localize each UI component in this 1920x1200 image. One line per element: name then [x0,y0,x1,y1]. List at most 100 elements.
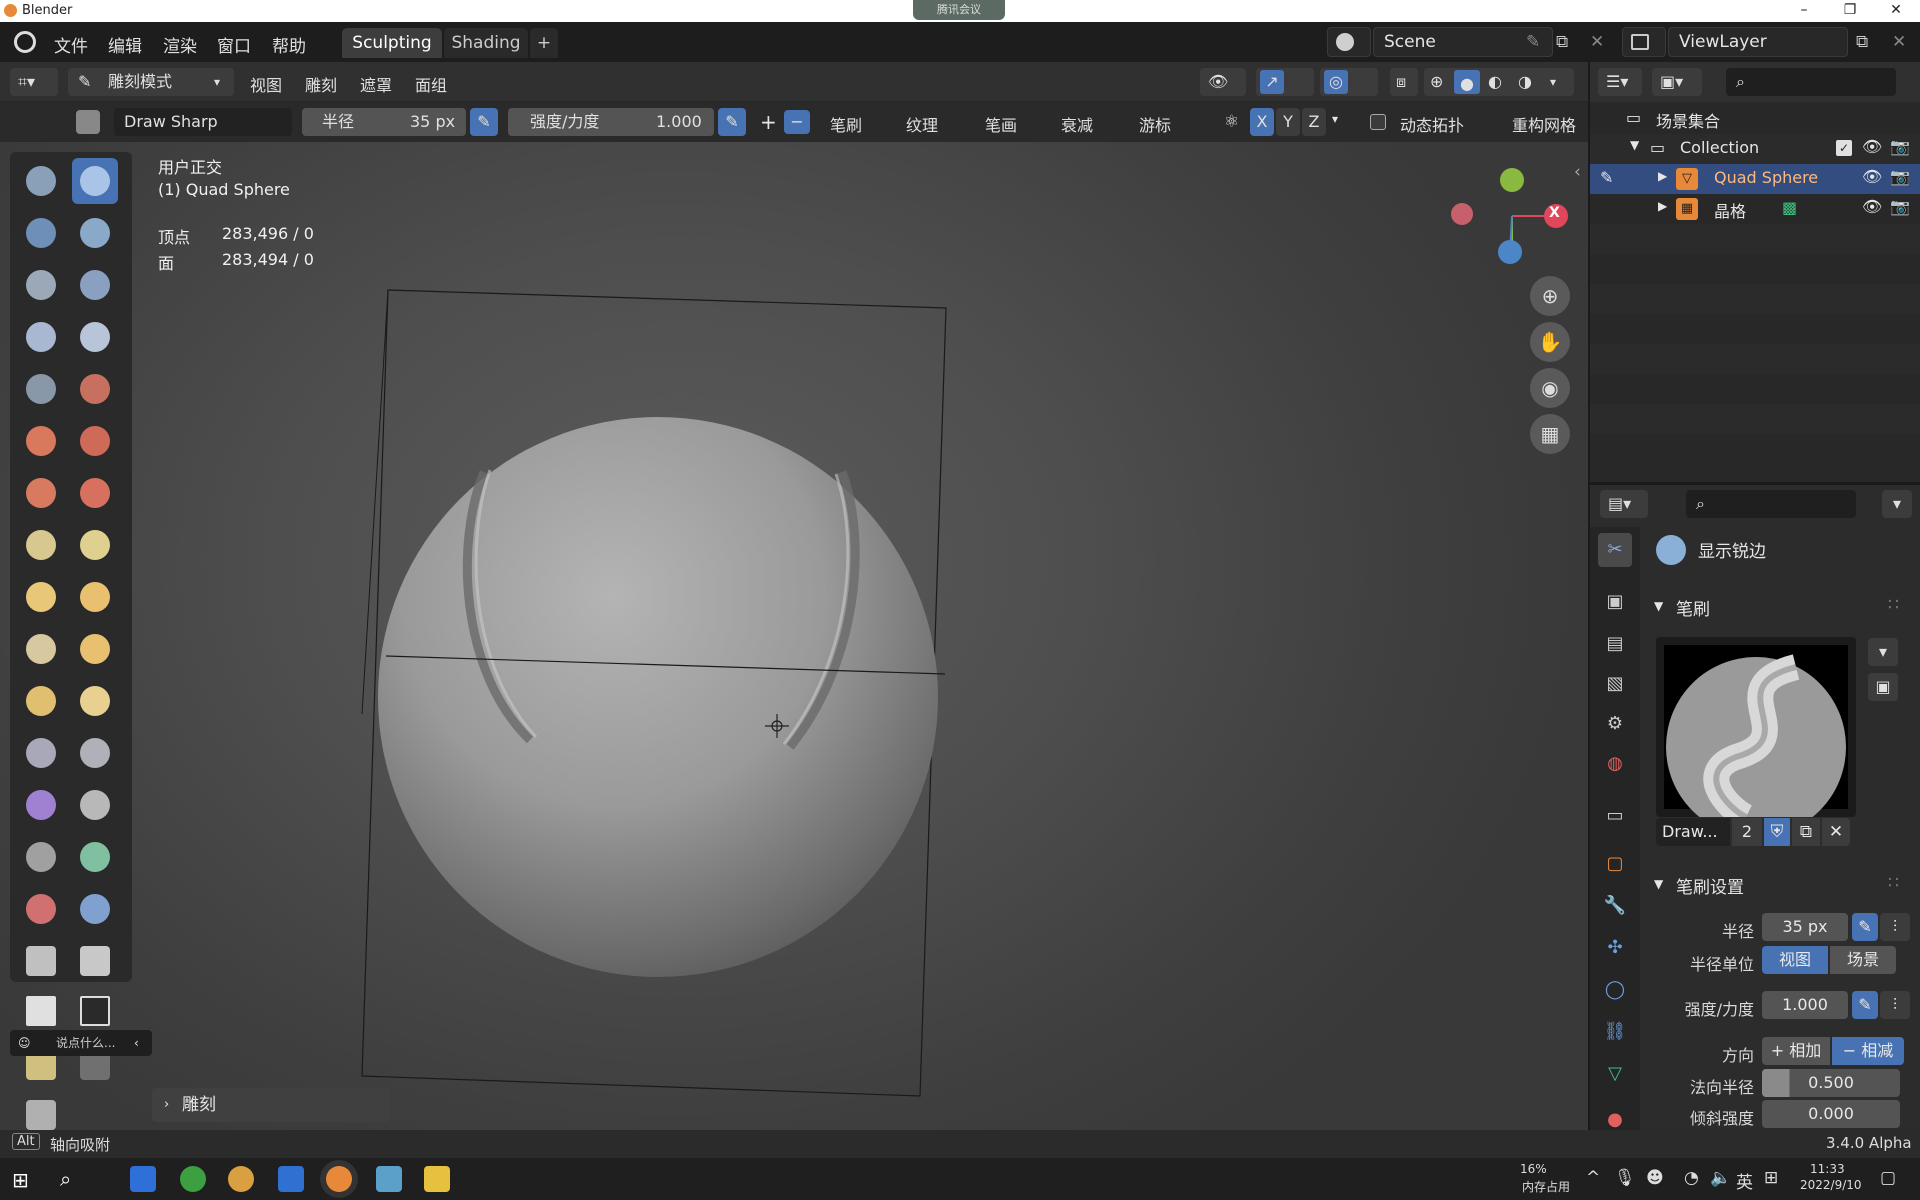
remesh-menu[interactable]: 重构网格 [1512,112,1576,136]
outliner-search-input[interactable]: ⌕ [1726,68,1896,96]
network-icon[interactable]: ◔ [1684,1168,1699,1188]
expand-chevron-icon[interactable]: ▶ [1658,199,1667,213]
editor-type-button[interactable]: ⌗▾ [10,68,58,96]
solid-shading-icon[interactable]: ● [1454,70,1480,94]
world-tab-icon[interactable]: ◍ [1598,747,1632,781]
meeting-overlay-badge[interactable]: 腾讯会议 [913,0,1005,20]
tool-clay-thumb[interactable] [18,262,64,308]
tool-box-hide[interactable] [72,988,118,1034]
windows-start-icon[interactable]: ⊞ [12,1168,29,1192]
gizmo-dropdown[interactable]: ↗ [1256,68,1314,96]
dyntopo-label[interactable]: 动态拓扑 [1400,112,1464,136]
radius-pressure-toggle[interactable]: ✎ [470,108,498,136]
tool-boundary[interactable] [72,730,118,776]
microphone-icon[interactable]: 🎙 [1614,1168,1636,1188]
tool-thumb[interactable] [18,626,64,672]
camera-render-icon[interactable]: 📷 [1890,137,1910,156]
tool-multires-displacement-eraser[interactable] [18,886,64,932]
constraints-tab-icon[interactable]: ⛓ [1598,1015,1632,1049]
strength-field[interactable]: 1.000 [1762,991,1848,1019]
ime-mode-icon[interactable]: ⊞ [1764,1168,1778,1188]
add-workspace-button[interactable]: + [530,28,558,58]
view-layer-tab-icon[interactable]: ▧ [1598,667,1632,701]
minimize-button[interactable]: – [1784,0,1824,22]
visibility-dropdown[interactable]: 👁 [1200,68,1246,96]
tab-sculpting[interactable]: Sculpting [342,28,442,58]
tool-elastic-deform[interactable] [18,574,64,620]
brush-thumbnail-icon[interactable] [76,110,100,134]
tool-blob[interactable] [72,314,118,360]
object-tab-icon[interactable]: ▢ [1598,847,1632,881]
pin-icon[interactable]: ✎ [1526,28,1540,56]
chevron-down-icon[interactable]: ▾ [1332,112,1338,126]
tool-draw[interactable] [18,158,64,204]
drag-handle-icon[interactable]: ∷ [1888,595,1899,615]
normal-radius-slider[interactable]: 0.500 [1762,1069,1900,1097]
stroke-dropdown[interactable]: 笔画 [985,112,1017,136]
sidebar-toggle-icon[interactable]: ‹ [1574,162,1581,182]
eye-icon[interactable]: 👁 [1862,137,1882,156]
scene-tab-icon[interactable]: ⚙ [1598,707,1632,741]
pen-pressure-icon[interactable]: ✎ [1852,913,1878,941]
tool-transform[interactable] [18,1092,64,1130]
pen-pressure-icon[interactable]: ✎ [1852,991,1878,1019]
properties-editor-type-button[interactable]: ▤▾ [1600,490,1648,518]
options-dropdown[interactable]: ▾ [1882,490,1912,518]
tool-rotate[interactable] [72,678,118,724]
pan-hand-icon[interactable]: ✋ [1530,322,1570,362]
tool-snake-hook[interactable] [72,574,118,620]
zoom-icon[interactable]: ⊕ [1530,276,1570,316]
delete-viewlayer-icon[interactable]: ✕ [1892,32,1906,52]
tool-tab-icon[interactable]: ✂ [1598,533,1632,567]
outliner-editor-type-button[interactable]: ☰▾ [1598,68,1642,96]
delete-scene-icon[interactable]: ✕ [1590,32,1604,52]
last-operator-panel[interactable]: › 雕刻 [152,1088,390,1122]
menu-file[interactable]: 文件 [54,32,88,57]
new-viewlayer-icon[interactable]: ⧉ [1856,32,1868,52]
brush-panel-title[interactable]: 笔刷 [1676,595,1710,620]
xray-toggle[interactable]: ⧈ [1390,68,1418,96]
taskbar-app-icon[interactable] [130,1166,156,1192]
menu-render[interactable]: 渲染 [163,32,197,57]
tray-app-icon[interactable]: ☻ [1646,1168,1664,1188]
maximize-button[interactable]: ❐ [1830,0,1870,22]
outliner-row-lattice[interactable]: ▶ ▦ 晶格 ▩ 👁 📷 [1590,194,1920,224]
wireframe-shading-icon[interactable]: ⊕ [1430,68,1443,96]
brush-image-button[interactable]: ▣ [1868,673,1898,701]
fake-user-shield-icon[interactable]: ⛨ [1764,818,1790,846]
tool-multires-displacement-smear[interactable] [72,886,118,932]
tool-cloth[interactable] [18,782,64,828]
chat-input-overlay[interactable]: ☺ 说点什么... ‹ [10,1030,152,1056]
texture-dropdown[interactable]: 纹理 [906,112,938,136]
tool-mask[interactable] [18,834,64,880]
brush-preset-dropdown[interactable]: ▾ [1868,638,1898,666]
hardness-slider[interactable]: 0.000 [1762,1100,1900,1128]
notes-app-icon[interactable] [376,1166,402,1192]
camera-render-icon[interactable]: 📷 [1890,167,1910,186]
panel-collapse-icon[interactable]: ▼ [1654,599,1663,613]
tool-clay[interactable] [18,210,64,256]
modifier-tab-icon[interactable]: 🔧 [1598,889,1632,923]
tool-draw-sharp[interactable] [72,158,118,204]
exclude-checkbox[interactable]: ✓ [1836,140,1852,156]
tool-smooth[interactable] [72,366,118,412]
viewlayer-name-field[interactable]: ViewLayer [1668,27,1848,57]
grid-projection-icon[interactable]: ▦ [1530,414,1570,454]
mode-dropdown[interactable]: ✎ 雕刻模式 ▾ [68,68,234,96]
rendered-shading-icon[interactable]: ◑ [1518,68,1532,96]
tool-smear[interactable] [72,938,118,984]
tool-layer[interactable] [72,262,118,308]
ime-indicator[interactable]: 英 [1736,1168,1753,1193]
tool-scrape[interactable] [18,470,64,516]
direction-add-button[interactable]: + 相加 [1762,1037,1830,1065]
render-tab-icon[interactable]: ▣ [1598,585,1632,619]
display-mode-button[interactable]: ▣▾ [1652,68,1702,96]
outliner-row-quad-sphere[interactable]: ✎ ▶ ▽ Quad Sphere 👁 📷 [1590,164,1920,194]
collapse-chevron-icon[interactable]: ‹ [134,1030,139,1056]
menu-view[interactable]: 视图 [250,72,282,96]
particles-tab-icon[interactable]: ✣ [1598,931,1632,965]
tool-pinch[interactable] [18,522,64,568]
panel-collapse-icon[interactable]: ▼ [1654,877,1663,891]
tool-box-mask[interactable] [18,988,64,1034]
outliner-row-collection[interactable]: ▼ ▭ Collection ✓ 👁 📷 [1590,134,1920,164]
